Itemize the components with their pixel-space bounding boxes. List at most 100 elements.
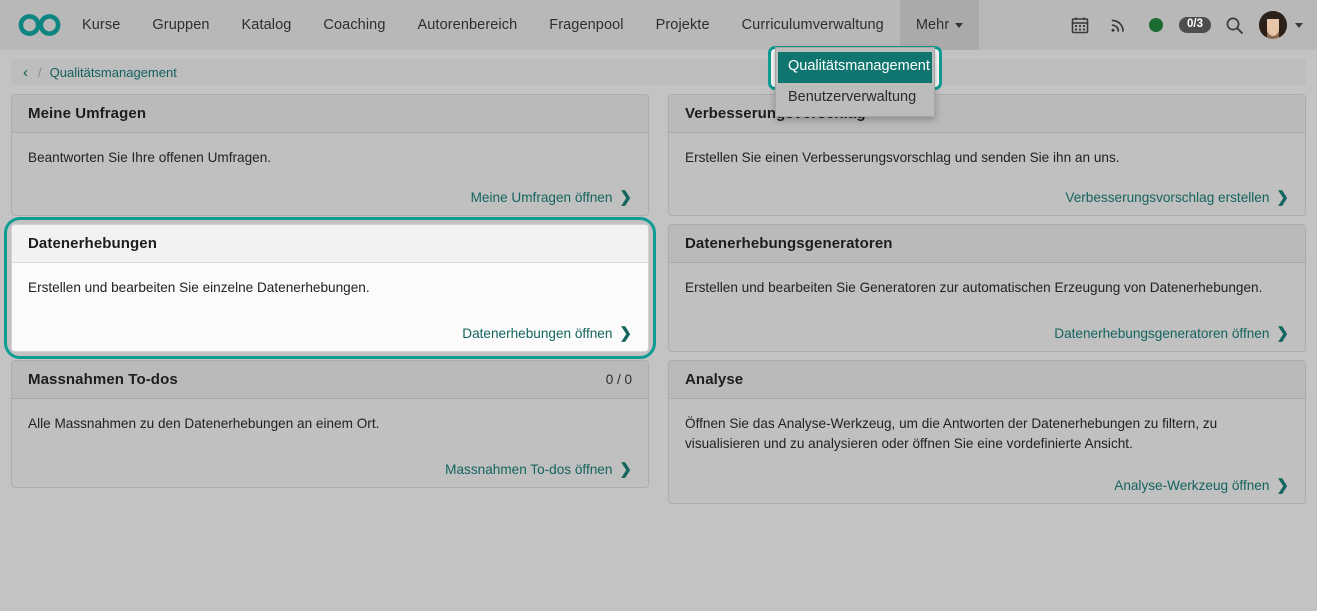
card-description: Erstellen Sie einen Verbesserungsvorschl… <box>685 148 1289 168</box>
card-link-row: Verbesserungsvorschlag erstellen ❯ <box>685 178 1289 205</box>
card-header: Analyse <box>669 361 1305 399</box>
chevron-right-icon: ❯ <box>1276 190 1289 205</box>
link-label: Analyse-Werkzeug öffnen <box>1114 478 1269 493</box>
rss-feed-icon[interactable] <box>1099 0 1137 50</box>
card-link-row: Datenerhebungsgeneratoren öffnen ❯ <box>685 314 1289 341</box>
nav-item-label: Curriculumverwaltung <box>742 17 884 33</box>
nav-item-fragenpool[interactable]: Fragenpool <box>533 0 639 50</box>
open-datenerhebungen-link[interactable]: Datenerhebungen öffnen ❯ <box>462 326 632 341</box>
card-cell-massnahmen-to-dos: Massnahmen To-dos 0 / 0 Alle Massnahmen … <box>11 360 649 504</box>
dropdown-item-label: Qualitätsmanagement <box>788 58 930 74</box>
card-title: Meine Umfragen <box>28 105 146 122</box>
card-title: Massnahmen To-dos <box>28 371 178 388</box>
card-link-row: Datenerhebungen öffnen ❯ <box>28 314 632 341</box>
link-label: Verbesserungsvorschlag erstellen <box>1065 190 1269 205</box>
card-count: 0 / 0 <box>606 372 632 387</box>
status-dot-icon[interactable] <box>1137 0 1175 50</box>
chevron-right-icon: ❯ <box>619 190 632 205</box>
nav-item-label: Autorenbereich <box>418 17 518 33</box>
dropdown-item-benutzerverwaltung[interactable]: Benutzerverwaltung <box>776 83 934 114</box>
user-menu[interactable] <box>1253 11 1303 39</box>
open-massnahmen-to-dos-link[interactable]: Massnahmen To-dos öffnen ❯ <box>445 462 632 477</box>
card-description: Beantworten Sie Ihre offenen Umfragen. <box>28 148 632 168</box>
link-label: Datenerhebungen öffnen <box>462 326 612 341</box>
card-cell-datenerhebungsgeneratoren: Datenerhebungsgeneratoren Erstellen und … <box>668 224 1306 352</box>
nav-right-actions: 0/3 <box>1061 0 1307 50</box>
card-body: Erstellen und bearbeiten Sie Generatoren… <box>669 263 1305 351</box>
card-cell-verbesserungsvorschlag: Verbesserungsvorschlag Erstellen Sie ein… <box>668 94 1306 216</box>
card-datenerhebungsgeneratoren: Datenerhebungsgeneratoren Erstellen und … <box>668 224 1306 352</box>
card-title: Analyse <box>685 371 743 388</box>
card-datenerhebungen: Datenerhebungen Erstellen und bearbeiten… <box>11 224 649 352</box>
breadcrumb-back-icon[interactable]: ‹ <box>21 65 30 80</box>
card-description: Erstellen und bearbeiten Sie einzelne Da… <box>28 278 632 298</box>
card-body: Beantworten Sie Ihre offenen Umfragen. M… <box>12 133 648 215</box>
card-header: Verbesserungsvorschlag <box>669 95 1305 133</box>
calendar-icon[interactable] <box>1061 0 1099 50</box>
top-navigation-bar: Kurse Gruppen Katalog Coaching Autorenbe… <box>0 0 1317 50</box>
search-icon[interactable] <box>1215 0 1253 50</box>
nav-item-mehr[interactable]: Mehr <box>900 0 979 50</box>
dropdown-item-qualitaetsmanagement[interactable]: Qualitätsmanagement <box>778 52 932 83</box>
dropdown-item-label: Benutzerverwaltung <box>788 89 916 105</box>
card-header: Datenerhebungsgeneratoren <box>669 225 1305 263</box>
primary-nav-items: Kurse Gruppen Katalog Coaching Autorenbe… <box>66 0 979 50</box>
breadcrumb-item-qualitaetsmanagement[interactable]: Qualitätsmanagement <box>50 65 177 80</box>
link-label: Meine Umfragen öffnen <box>471 190 613 205</box>
card-link-row: Analyse-Werkzeug öffnen ❯ <box>685 466 1289 493</box>
card-meine-umfragen: Meine Umfragen Beantworten Sie Ihre offe… <box>11 94 649 216</box>
chevron-down-icon <box>1295 23 1303 28</box>
card-title: Datenerhebungsgeneratoren <box>685 235 893 252</box>
chevron-down-icon <box>955 23 963 28</box>
dashboard-card-grid: Meine Umfragen Beantworten Sie Ihre offe… <box>11 94 1306 504</box>
card-analyse: Analyse Öffnen Sie das Analyse-Werkzeug,… <box>668 360 1306 504</box>
nav-item-katalog[interactable]: Katalog <box>226 0 308 50</box>
card-cell-datenerhebungen[interactable]: Datenerhebungen Erstellen und bearbeiten… <box>11 224 649 352</box>
nav-item-autorenbereich[interactable]: Autorenbereich <box>402 0 534 50</box>
card-description: Alle Massnahmen zu den Datenerhebungen a… <box>28 414 632 434</box>
mehr-dropdown-menu: Qualitätsmanagement Benutzerverwaltung <box>775 47 935 117</box>
chevron-right-icon: ❯ <box>619 326 632 341</box>
card-header: Meine Umfragen <box>12 95 648 133</box>
nav-item-label: Mehr <box>916 17 949 33</box>
chevron-right-icon: ❯ <box>619 462 632 477</box>
breadcrumb: ‹ / Qualitätsmanagement <box>11 59 1306 85</box>
breadcrumb-separator: / <box>38 65 42 80</box>
nav-item-curriculumverwaltung[interactable]: Curriculumverwaltung <box>726 0 900 50</box>
card-description: Öffnen Sie das Analyse-Werkzeug, um die … <box>685 414 1289 455</box>
card-massnahmen-to-dos: Massnahmen To-dos 0 / 0 Alle Massnahmen … <box>11 360 649 488</box>
nav-item-label: Coaching <box>323 17 385 33</box>
avatar <box>1259 11 1287 39</box>
card-link-row: Meine Umfragen öffnen ❯ <box>28 178 632 205</box>
notification-count-badge[interactable]: 0/3 <box>1179 17 1211 34</box>
chevron-right-icon: ❯ <box>1276 326 1289 341</box>
create-verbesserungsvorschlag-link[interactable]: Verbesserungsvorschlag erstellen ❯ <box>1065 190 1289 205</box>
nav-item-label: Fragenpool <box>549 17 623 33</box>
card-verbesserungsvorschlag: Verbesserungsvorschlag Erstellen Sie ein… <box>668 94 1306 216</box>
nav-item-label: Projekte <box>656 17 710 33</box>
card-title: Datenerhebungen <box>28 235 157 252</box>
nav-item-kurse[interactable]: Kurse <box>66 0 136 50</box>
status-dot <box>1149 18 1163 32</box>
card-body: Erstellen Sie einen Verbesserungsvorschl… <box>669 133 1305 215</box>
open-analyse-werkzeug-link[interactable]: Analyse-Werkzeug öffnen ❯ <box>1114 478 1289 493</box>
card-body: Öffnen Sie das Analyse-Werkzeug, um die … <box>669 399 1305 503</box>
card-cell-meine-umfragen: Meine Umfragen Beantworten Sie Ihre offe… <box>11 94 649 216</box>
card-header: Massnahmen To-dos 0 / 0 <box>12 361 648 399</box>
nav-item-coaching[interactable]: Coaching <box>307 0 401 50</box>
nav-item-label: Gruppen <box>152 17 209 33</box>
nav-item-projekte[interactable]: Projekte <box>640 0 726 50</box>
open-datenerhebungsgeneratoren-link[interactable]: Datenerhebungsgeneratoren öffnen ❯ <box>1054 326 1289 341</box>
card-body: Alle Massnahmen zu den Datenerhebungen a… <box>12 399 648 487</box>
chevron-right-icon: ❯ <box>1276 478 1289 493</box>
nav-item-label: Katalog <box>242 17 292 33</box>
card-link-row: Massnahmen To-dos öffnen ❯ <box>28 450 632 477</box>
link-label: Datenerhebungsgeneratoren öffnen <box>1054 326 1269 341</box>
nav-item-gruppen[interactable]: Gruppen <box>136 0 225 50</box>
nav-item-label: Kurse <box>82 17 120 33</box>
link-label: Massnahmen To-dos öffnen <box>445 462 612 477</box>
card-description: Erstellen und bearbeiten Sie Generatoren… <box>685 278 1289 298</box>
card-header: Datenerhebungen <box>12 225 648 263</box>
infinity-logo[interactable] <box>14 0 66 50</box>
open-meine-umfragen-link[interactable]: Meine Umfragen öffnen ❯ <box>471 190 632 205</box>
